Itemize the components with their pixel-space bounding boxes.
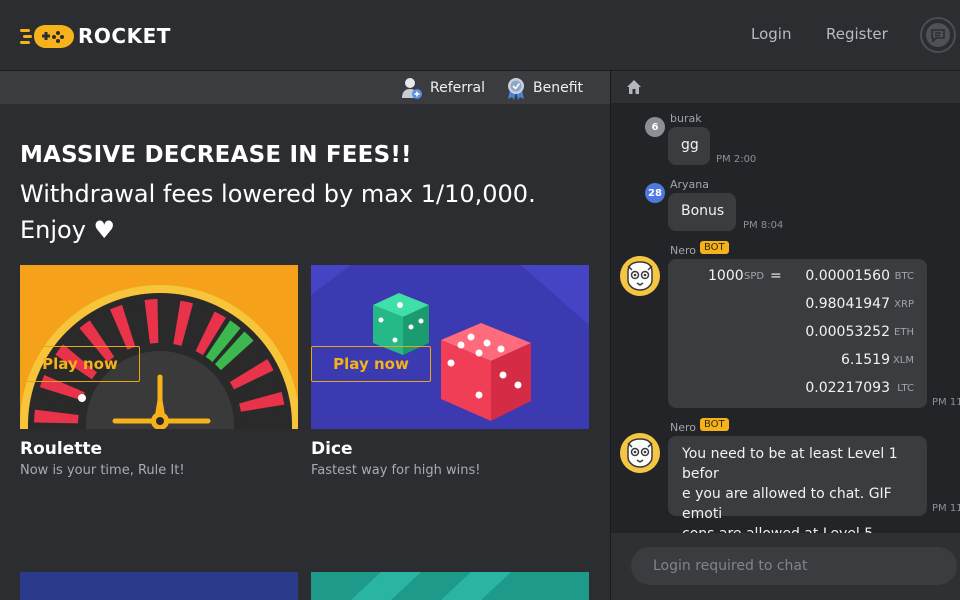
chat-username[interactable]: Nero — [670, 244, 696, 257]
bot-badge: BOT — [700, 241, 729, 254]
chat-input-bar — [611, 533, 960, 600]
rate-amount: 0.98041947 — [805, 296, 890, 312]
game-description: Fastest way for high wins! — [311, 463, 481, 478]
rate-currency: XLM — [892, 355, 914, 366]
home-icon[interactable] — [625, 78, 643, 96]
user-level-badge: 6 — [645, 117, 665, 137]
benefit-link[interactable]: Benefit — [505, 74, 583, 102]
bot-badge: BOT — [700, 418, 729, 431]
rate-currency: BTC — [894, 271, 914, 282]
bot-avatar-icon — [620, 256, 660, 296]
chat-timestamp: PM 11 — [932, 503, 960, 514]
game-title: Roulette — [20, 439, 103, 459]
bot-notice-bubble: You need to be at least Level 1 befor e … — [668, 436, 927, 542]
announcement-headline: MASSIVE DECREASE IN FEES!! — [20, 142, 412, 168]
bot-avatar-icon — [620, 433, 660, 473]
rate-currency: XRP — [894, 299, 914, 310]
rate-amount: 0.00053252 — [805, 324, 890, 340]
referral-link[interactable]: Referral — [400, 74, 485, 102]
chat-username[interactable]: Aryana — [670, 178, 709, 191]
chat-timestamp: PM 2:00 — [716, 154, 757, 165]
brand-logo[interactable]: ROCKET — [20, 20, 171, 52]
rate-row: 1000 SPD = 0.00001560 BTC — [668, 263, 926, 291]
card-pattern-image — [351, 572, 511, 600]
rate-currency: ETH — [894, 327, 914, 338]
announcement-subline: Withdrawal fees lowered by max 1/10,000.… — [20, 180, 536, 244]
game-title: Dice — [311, 439, 353, 459]
dice-play-button[interactable]: Play now — [311, 346, 431, 382]
rate-row: 0.02217093 LTC — [668, 375, 926, 403]
rate-base-amount: 1000 — [708, 268, 744, 284]
rate-base-unit: SPD — [744, 271, 765, 282]
benefit-label: Benefit — [533, 80, 584, 96]
chat-username[interactable]: burak — [670, 112, 702, 125]
chat-timestamp: PM 11 — [932, 397, 960, 408]
game-description: Now is your time, Rule It! — [20, 463, 185, 478]
login-link[interactable]: Login — [751, 25, 791, 43]
chat-timestamp: PM 8:04 — [743, 220, 784, 231]
chat-message-bubble: gg — [668, 127, 710, 165]
rate-equals: = — [770, 268, 782, 284]
bot-notice-line: You need to be at least Level 1 befor — [682, 446, 898, 482]
game-card-partial[interactable] — [20, 572, 298, 600]
rate-amount: 0.02217093 — [805, 380, 890, 396]
top-header: ROCKET Login Register — [0, 0, 960, 70]
rate-currency: LTC — [897, 383, 914, 394]
chat-topbar — [611, 70, 960, 103]
rate-row: 6.1519 XLM — [668, 347, 926, 375]
chat-message-text: gg — [681, 137, 699, 153]
bot-rates-bubble: 1000 SPD = 0.00001560 BTC 0.98041947 XRP… — [668, 259, 927, 408]
chat-message-text: Bonus — [681, 203, 725, 219]
promo-subbar: Referral Benefit — [0, 70, 610, 104]
user-level-badge: 28 — [645, 183, 665, 203]
chat-bubble-icon — [926, 23, 950, 47]
register-link[interactable]: Register — [826, 25, 888, 43]
referral-user-icon — [402, 78, 422, 99]
roulette-play-button[interactable]: Play now — [20, 346, 140, 382]
rate-amount: 6.1519 — [841, 352, 890, 368]
rate-row: 0.00053252 ETH — [668, 319, 926, 347]
chat-username[interactable]: Nero — [670, 421, 696, 434]
main-content: MASSIVE DECREASE IN FEES!! Withdrawal fe… — [0, 104, 610, 600]
medal-icon — [508, 78, 524, 100]
chat-toggle-button[interactable] — [920, 17, 956, 53]
referral-label: Referral — [430, 80, 485, 96]
chat-message-bubble: Bonus — [668, 193, 736, 231]
bot-notice-line: e you are allowed to chat. GIF emoti — [682, 486, 892, 522]
brand-name: ROCKET — [78, 24, 171, 48]
chat-panel: 6 burak gg PM 2:00 28 Aryana Bonus PM 8:… — [610, 70, 960, 600]
rate-row: 0.98041947 XRP — [668, 291, 926, 319]
gamepad-logo-icon — [20, 20, 76, 52]
rate-amount: 0.00001560 — [805, 268, 890, 284]
game-card-partial[interactable] — [311, 572, 589, 600]
chat-input[interactable] — [631, 547, 957, 585]
